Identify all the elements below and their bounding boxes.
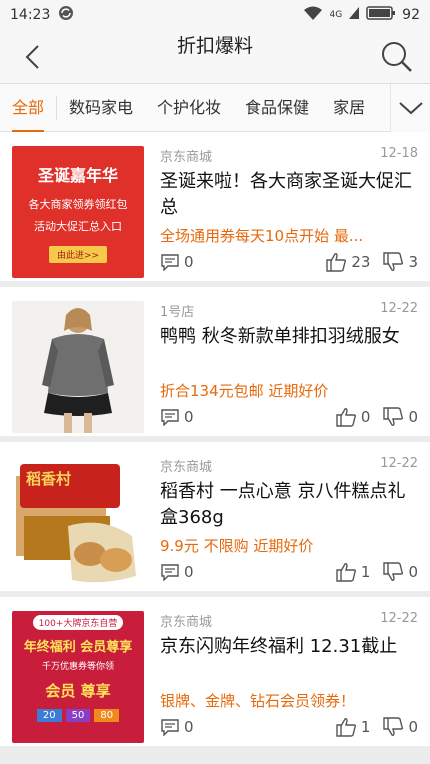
coupon: 20 xyxy=(36,709,62,722)
store-name: 京东商城 xyxy=(160,460,213,475)
dislike-button[interactable]: 0 xyxy=(382,562,418,582)
thumbs-up-icon xyxy=(336,563,356,582)
deal-title: 圣诞来啦！各大商家圣诞大促汇总 xyxy=(160,171,412,218)
status-bar: 14:23 4G 92 xyxy=(0,0,430,30)
back-button[interactable] xyxy=(14,38,52,76)
like-button[interactable]: 0 xyxy=(335,407,371,427)
comment-icon xyxy=(161,719,179,736)
like-count: 1 xyxy=(360,718,371,736)
deal-list: 圣诞嘉年华 各大商家领券领红包 活动大促汇总入口 由此进>> 京东商城 12-1… xyxy=(0,132,430,752)
sync-icon xyxy=(58,5,74,25)
thumb-subline: 活动大促汇总入口 xyxy=(34,219,122,233)
dislike-button[interactable]: 3 xyxy=(382,252,418,272)
deal-title: 京东闪购年终福利 12.31截止 xyxy=(160,636,398,657)
tab-personal-care[interactable]: 个护化妆 xyxy=(145,84,233,132)
comment-button[interactable]: 0 xyxy=(160,718,194,736)
network-label: 4G xyxy=(329,10,343,20)
thumbs-down-icon xyxy=(383,717,404,736)
status-time: 14:23 xyxy=(10,7,51,23)
tab-home[interactable]: 家居 xyxy=(321,84,377,132)
deal-price: 折合134元包邮 近期好价 xyxy=(160,382,329,400)
expand-tabs-button[interactable] xyxy=(390,84,430,132)
battery-icon xyxy=(366,5,396,25)
deal-thumbnail: 100+大牌京东自营 年终福利 会员尊享 千万优惠券等你领 会员 尊享 20 5… xyxy=(12,611,144,743)
store-name: 1号店 xyxy=(160,305,195,320)
deal-price: 银牌、金牌、钻石会员领券！ xyxy=(160,692,356,710)
post-date: 12-22 xyxy=(380,611,418,626)
deal-thumbnail xyxy=(12,301,144,433)
deal-title: 鸭鸭 秋冬新款单排扣羽绒服女 xyxy=(160,326,400,347)
battery-level: 92 xyxy=(402,7,420,23)
store-name: 京东商城 xyxy=(160,615,213,630)
comment-icon xyxy=(161,564,179,581)
dislike-button[interactable]: 0 xyxy=(382,407,418,427)
dislike-count: 0 xyxy=(408,408,418,426)
comment-button[interactable]: 0 xyxy=(160,253,194,271)
chevron-down-icon xyxy=(398,102,423,115)
wifi-icon xyxy=(303,5,323,25)
like-button[interactable]: 1 xyxy=(335,717,371,737)
like-count: 23 xyxy=(351,253,371,271)
thumb-subline: 千万优惠券等你领 xyxy=(41,662,114,672)
coupon: 80 xyxy=(94,709,120,722)
deal-title: 稻香村 一点心意 京八件糕点礼盒368g xyxy=(160,481,406,528)
thumbs-up-icon xyxy=(336,718,356,737)
store-name: 京东商城 xyxy=(160,150,213,165)
signal-icon xyxy=(348,6,360,24)
dislike-count: 3 xyxy=(408,253,418,271)
tab-food[interactable]: 食品保健 xyxy=(233,84,321,132)
thumbs-up-icon xyxy=(336,408,356,427)
thumbs-down-icon xyxy=(383,562,404,581)
comment-icon xyxy=(161,254,179,271)
like-button[interactable]: 23 xyxy=(325,252,370,272)
deal-price: 全场通用券每天10点开始 最... xyxy=(160,227,364,245)
page-title: 折扣爆料 xyxy=(176,34,253,57)
thumb-top: 100+大牌京东自营 xyxy=(32,615,124,630)
category-tabs: 全部 数码家电 个护化妆 食品保健 家居 xyxy=(0,84,430,132)
deal-item[interactable]: 圣诞嘉年华 各大商家领券领红包 活动大促汇总入口 由此进>> 京东商城 12-1… xyxy=(0,132,430,287)
post-date: 12-22 xyxy=(380,301,418,316)
thumbs-down-icon xyxy=(383,252,404,271)
comment-button[interactable]: 0 xyxy=(160,563,194,581)
comment-count: 0 xyxy=(184,408,194,426)
comment-count: 0 xyxy=(184,253,194,271)
like-count: 0 xyxy=(360,408,371,426)
deal-thumbnail: 稻香村 xyxy=(12,456,144,588)
back-arrow-icon xyxy=(25,44,39,69)
thumbs-down-icon xyxy=(383,407,404,426)
thumb-brand: 稻香村 xyxy=(26,470,72,488)
deal-item[interactable]: 100+大牌京东自营 年终福利 会员尊享 千万优惠券等你领 会员 尊享 20 5… xyxy=(0,597,430,752)
thumb-subline: 各大商家领券领红包 xyxy=(28,197,128,211)
coupon: 50 xyxy=(65,709,91,722)
deal-price: 9.9元 不限购 近期好价 xyxy=(160,537,314,555)
like-button[interactable]: 1 xyxy=(335,562,371,582)
post-date: 12-22 xyxy=(380,456,418,471)
thumb-headline: 年终福利 会员尊享 xyxy=(23,640,133,655)
dislike-count: 0 xyxy=(408,563,418,581)
thumb-headline: 圣诞嘉年华 xyxy=(37,165,118,185)
comment-button[interactable]: 0 xyxy=(160,408,194,426)
comment-icon xyxy=(161,409,179,426)
comment-count: 0 xyxy=(184,563,194,581)
deal-thumbnail: 圣诞嘉年华 各大商家领券领红包 活动大促汇总入口 由此进>> xyxy=(12,146,144,278)
like-count: 1 xyxy=(360,563,371,581)
deal-item[interactable]: 稻香村 京东商城 12-22 稻香村 一点心意 京八件糕点礼盒368g 9.9元… xyxy=(0,442,430,597)
search-icon xyxy=(381,41,412,72)
tab-digital[interactable]: 数码家电 xyxy=(57,84,145,132)
comment-count: 0 xyxy=(184,718,194,736)
thumb-badge: 会员 尊享 xyxy=(45,682,111,700)
dislike-count: 0 xyxy=(408,718,418,736)
deal-item[interactable]: 1号店 12-22 鸭鸭 秋冬新款单排扣羽绒服女 折合134元包邮 近期好价 0… xyxy=(0,287,430,442)
dislike-button[interactable]: 0 xyxy=(382,717,418,737)
tab-all[interactable]: 全部 xyxy=(0,84,56,132)
thumb-button: 由此进>> xyxy=(48,245,108,263)
thumbs-up-icon xyxy=(326,253,347,272)
post-date: 12-18 xyxy=(380,146,418,161)
search-button[interactable] xyxy=(378,38,416,76)
nav-bar: 折扣爆料 xyxy=(0,30,430,84)
